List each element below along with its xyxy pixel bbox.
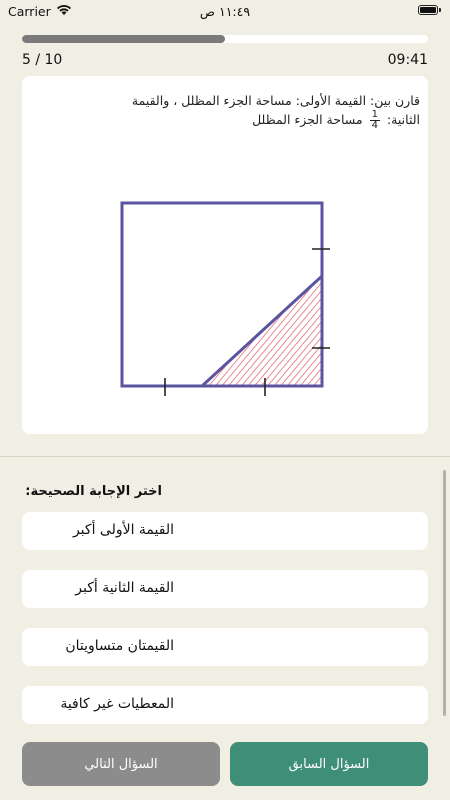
next-question-button[interactable]: السؤال التالي [22,742,220,786]
previous-question-label: السؤال السابق [288,756,370,772]
answer-option-3[interactable]: القيمتان متساويتان [22,628,428,666]
question-text: قارن بين: القيمة الأولى: مساحة الجزء الم… [30,92,420,131]
previous-question-button[interactable]: السؤال السابق [230,742,428,786]
divider [0,456,450,457]
question-line-1: قارن بين: القيمة الأولى: مساحة الجزء الم… [131,93,420,108]
timer: 09:41 [387,52,428,68]
answer-option-label: القيمتان متساويتان [65,638,174,654]
question-second-value-text: مساحة الجزء المظلل [252,112,363,127]
status-bar: Carrier ١١:٤٩ ص [0,0,450,24]
clock: ١١:٤٩ ص [199,4,251,19]
quiz-progress-bar [22,35,428,43]
answer-option-4[interactable]: المعطيات غير كافية [22,686,428,724]
progress-fill [22,35,225,43]
question-second-value-label: الثانية: [386,112,420,127]
battery-tip [439,8,441,12]
answers-prompt: اختر الإجابة الصحيحة: [25,484,162,499]
fraction-denominator: 4 [371,120,378,131]
question-card: قارن بين: القيمة الأولى: مساحة الجزء الم… [22,76,428,434]
next-question-label: السؤال التالي [84,756,158,772]
question-line-2: الثانية: 1 4 مساحة الجزء المظلل [30,110,420,131]
answer-option-label: القيمة الثانية أكبر [75,580,174,596]
fraction-one-quarter: 1 4 [369,110,380,131]
scrollbar[interactable] [443,470,446,716]
answer-option-2[interactable]: القيمة الثانية أكبر [22,570,428,608]
battery-icon [418,5,438,15]
shaded-triangle [198,272,324,388]
answer-option-label: القيمة الأولى أكبر [72,522,174,538]
answer-option-1[interactable]: القيمة الأولى أكبر [22,512,428,550]
square-figure [120,201,330,396]
answer-option-label: المعطيات غير كافية [60,696,174,712]
question-counter: 5 / 10 [22,52,63,68]
